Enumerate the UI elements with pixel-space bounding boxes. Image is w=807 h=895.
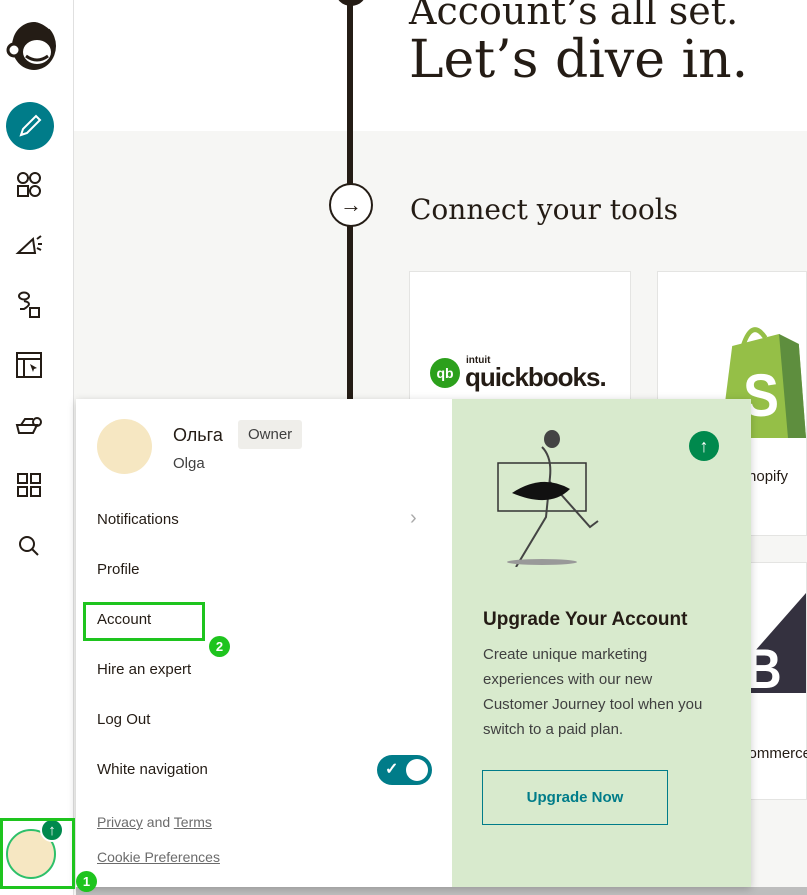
privacy-terms-links: Privacy and Terms [97,814,212,830]
white-navigation-label: White navigation [97,761,208,778]
check-icon: ✓ [385,761,399,778]
cookie-preferences-text[interactable]: Cookie Preferences [97,849,220,865]
arrow-right-circle-icon: → [329,183,373,227]
svg-text:B: B [746,638,782,693]
user-display-name: Ольга [173,425,223,445]
walking-person-illustration [497,430,599,567]
white-navigation-toggle[interactable]: ✓ [377,755,432,785]
upgrade-arrow-icon: ↑ [689,431,719,461]
quickbooks-logo-icon: qb [430,358,460,388]
upgrade-panel: ↑ Upgrade Your Account Create unique mar… [452,399,751,887]
upgrade-description: Create unique marketing experiences with… [483,646,703,738]
all-apps-grid-icon[interactable] [14,470,44,500]
account-menu-popup: Ольга Owner Olga Notifications › Profile… [76,399,751,887]
quickbooks-card[interactable]: qb intuit quickbooks. [409,271,631,411]
sidebar: ↑ [0,0,74,895]
menu-item-notifications[interactable]: Notifications [97,511,179,528]
website-icon[interactable] [14,350,44,380]
welcome-heading: Account’s all set. Let’s dive in. [409,0,799,88]
heading-line-1: Account’s all set. [409,0,739,33]
cookie-preferences-link[interactable]: Cookie Preferences [97,849,220,865]
create-pencil-icon[interactable] [6,102,54,150]
username: Olga [173,455,205,472]
annotation-badge-2: 2 [209,636,230,657]
mailchimp-logo[interactable] [4,14,60,74]
menu-item-hire-expert[interactable]: Hire an expert [97,661,191,678]
automations-icon[interactable] [14,290,44,320]
upgrade-title: Upgrade Your Account [483,609,688,630]
campaigns-megaphone-icon[interactable] [14,230,44,260]
highlight-account [83,602,205,641]
menu-item-profile[interactable]: Profile [97,561,140,578]
and-text: and [146,814,171,830]
profile-avatar [97,419,152,474]
role-badge: Owner [238,420,303,449]
menu-item-log-out[interactable]: Log Out [97,711,150,728]
toggle-knob [406,759,428,781]
privacy-link[interactable]: Privacy [97,814,143,830]
highlight-avatar [0,818,75,889]
upgrade-now-button[interactable]: Upgrade Now [482,770,668,825]
search-icon[interactable] [14,531,44,561]
quickbooks-label: quickbooks. [465,362,607,392]
heading-line-2: Let’s dive in. [409,30,749,90]
chevron-right-icon: › [410,507,417,529]
integrations-icon[interactable] [14,410,44,440]
connect-tools-title: Connect your tools [410,193,679,226]
annotation-badge-1: 1 [76,871,97,892]
bottom-bar [76,887,807,895]
audience-icon[interactable] [14,170,44,200]
terms-link[interactable]: Terms [174,814,212,830]
